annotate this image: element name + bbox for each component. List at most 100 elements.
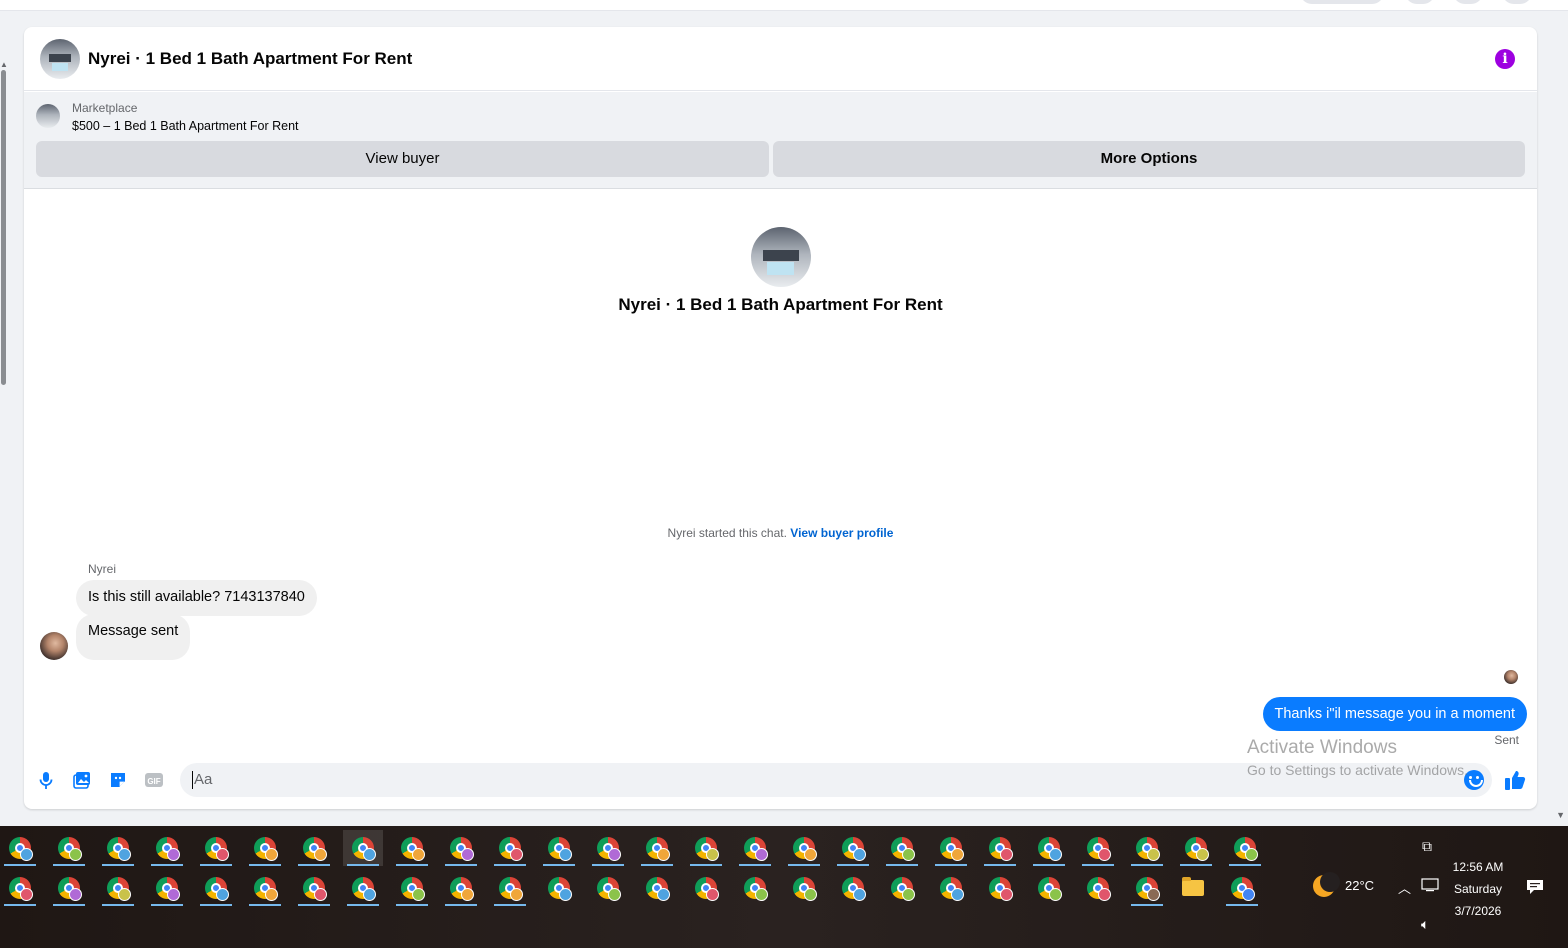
taskbar-chrome-profile-button[interactable] — [833, 870, 873, 906]
taskbar-chrome-profile-button[interactable] — [686, 870, 726, 906]
taskbar-chrome-profile-button[interactable] — [588, 870, 628, 906]
taskbar-chrome-profile-button[interactable] — [882, 870, 922, 906]
taskbar-chrome-profile-button[interactable] — [147, 830, 187, 866]
toolbar-button-partial[interactable] — [1300, 0, 1384, 4]
message-status: Sent — [1494, 733, 1519, 747]
taskbar-chrome-profile-button[interactable] — [1078, 870, 1118, 906]
taskbar-chrome-profile-button[interactable] — [392, 830, 432, 866]
taskbar-chrome-profile-button[interactable] — [245, 870, 285, 906]
sticker-icon[interactable] — [108, 770, 128, 790]
taskbar-chrome-profile-button[interactable] — [49, 830, 89, 866]
listing-thumbnail[interactable] — [36, 104, 60, 128]
taskbar-chrome-profile-button[interactable] — [735, 830, 775, 866]
taskbar-chrome-profile-button[interactable] — [1176, 830, 1216, 866]
taskbar-chrome-profile-button[interactable] — [1225, 830, 1265, 866]
taskbar-chrome-profile-button[interactable] — [931, 830, 971, 866]
taskbar-chrome-profile-button[interactable] — [1029, 830, 1069, 866]
view-buyer-button[interactable]: View buyer — [36, 141, 769, 177]
profile-badge-icon — [412, 888, 425, 901]
taskbar-chrome-profile-button[interactable] — [245, 830, 285, 866]
outgoing-message[interactable]: Thanks i"il message you in a moment — [1262, 697, 1527, 731]
taskbar-chrome-profile-button[interactable] — [0, 830, 40, 866]
taskbar-chrome-profile-button[interactable] — [0, 870, 40, 906]
tray-chevron-up-icon[interactable]: ︿ — [1398, 878, 1411, 897]
taskbar-chrome-profile-button[interactable] — [637, 830, 677, 866]
taskbar-chrome-profile-button[interactable] — [441, 870, 481, 906]
taskbar-chrome-profile-button[interactable] — [1078, 830, 1118, 866]
taskbar-chrome-profile-button[interactable] — [539, 830, 579, 866]
taskbar-chrome-profile-button[interactable] — [490, 870, 530, 906]
taskbar-chrome-profile-button[interactable] — [637, 870, 677, 906]
weather-temperature[interactable]: 22°C — [1345, 878, 1374, 893]
profile-badge-icon — [167, 848, 180, 861]
running-indicator — [1131, 904, 1163, 906]
taskbar-chrome-profile-button[interactable] — [98, 870, 138, 906]
more-options-button[interactable]: More Options — [773, 141, 1525, 177]
taskbar-chrome-profile-button[interactable] — [294, 870, 334, 906]
scrollbar-thumb[interactable] — [1, 70, 6, 385]
running-indicator — [102, 864, 134, 866]
taskbar-chrome-profile-button[interactable] — [980, 830, 1020, 866]
running-indicator — [641, 864, 673, 866]
taskbar-chrome-profile-button[interactable] — [1029, 870, 1069, 906]
buyer-avatar[interactable] — [40, 632, 68, 660]
taskbar-chrome-profile-button[interactable] — [49, 870, 89, 906]
taskbar-chrome-profile-button[interactable] — [1222, 870, 1262, 906]
moon-icon[interactable] — [1313, 872, 1340, 897]
gif-icon[interactable]: GIF — [144, 770, 164, 790]
taskbar-chrome-profile-button[interactable] — [343, 830, 383, 866]
taskbar-chrome-profile-button[interactable] — [539, 870, 579, 906]
clock-time: 12:56 AM — [1452, 860, 1504, 874]
toolbar-icon-partial[interactable] — [1405, 0, 1435, 4]
taskbar-chrome-profile-button[interactable] — [784, 870, 824, 906]
like-icon[interactable] — [1504, 769, 1526, 791]
chat-title[interactable]: Nyrei · 1 Bed 1 Bath Apartment For Rent — [88, 49, 412, 69]
volume-icon[interactable]: 🔈︎ — [1421, 916, 1429, 933]
file-explorer-icon[interactable] — [1182, 877, 1204, 896]
taskbar-chrome-profile-button[interactable] — [343, 870, 383, 906]
scroll-up-arrow-icon[interactable]: ▲ — [0, 60, 8, 69]
toolbar-icon-partial[interactable] — [1453, 0, 1483, 4]
incoming-message[interactable]: Message sent — [76, 614, 191, 660]
info-icon[interactable]: i — [1495, 49, 1515, 69]
profile-badge-icon — [461, 848, 474, 861]
taskbar-chrome-profile-button[interactable] — [1127, 870, 1167, 906]
taskbar-chrome-profile-button[interactable] — [392, 870, 432, 906]
profile-badge-icon — [265, 848, 278, 861]
system-clock[interactable]: 12:56 AM Saturday 3/7/2026 — [1444, 856, 1512, 922]
profile-badge-icon — [1098, 888, 1111, 901]
taskbar-chrome-profile-button[interactable] — [882, 830, 922, 866]
taskbar-chrome-profile-button[interactable] — [196, 830, 236, 866]
taskbar-chrome-profile-button[interactable] — [784, 830, 824, 866]
taskbar-chrome-profile-button[interactable] — [196, 870, 236, 906]
watermark-subtitle: Go to Settings to activate Windows. — [1247, 762, 1468, 778]
taskbar-chrome-profile-button[interactable] — [686, 830, 726, 866]
taskbar-chrome-profile-button[interactable] — [931, 870, 971, 906]
taskbar-chrome-profile-button[interactable] — [1127, 830, 1167, 866]
incoming-message[interactable]: Is this still available? 7143137840 — [76, 580, 317, 616]
scroll-down-arrow-icon[interactable]: ▼ — [1556, 810, 1565, 820]
notifications-icon[interactable] — [1526, 879, 1544, 895]
taskbar-chrome-profile-button[interactable] — [490, 830, 530, 866]
taskbar-chrome-profile-button[interactable] — [833, 830, 873, 866]
running-indicator — [53, 864, 85, 866]
chat-started-notice: Nyrei started this chat. View buyer prof… — [24, 526, 1537, 540]
profile-badge-icon — [510, 888, 523, 901]
meet-now-icon[interactable]: ⧉ — [1422, 838, 1432, 855]
taskbar-chrome-profile-button[interactable] — [98, 830, 138, 866]
network-icon[interactable] — [1421, 878, 1439, 892]
profile-avatar-partial[interactable] — [1502, 0, 1532, 4]
taskbar-chrome-profile-button[interactable] — [735, 870, 775, 906]
image-icon[interactable] — [72, 770, 92, 790]
listing-avatar[interactable] — [40, 38, 80, 79]
taskbar-chrome-profile-button[interactable] — [294, 830, 334, 866]
microphone-icon[interactable] — [36, 770, 56, 790]
left-scrollbar[interactable]: ▲ — [0, 60, 8, 390]
taskbar-chrome-profile-button[interactable] — [441, 830, 481, 866]
listing-price-title[interactable]: $500 – 1 Bed 1 Bath Apartment For Rent — [72, 119, 299, 133]
taskbar-chrome-profile-button[interactable] — [147, 870, 187, 906]
view-buyer-profile-link[interactable]: View buyer profile — [790, 526, 893, 540]
taskbar-chrome-profile-button[interactable] — [588, 830, 628, 866]
profile-badge-icon — [412, 848, 425, 861]
taskbar-chrome-profile-button[interactable] — [980, 870, 1020, 906]
